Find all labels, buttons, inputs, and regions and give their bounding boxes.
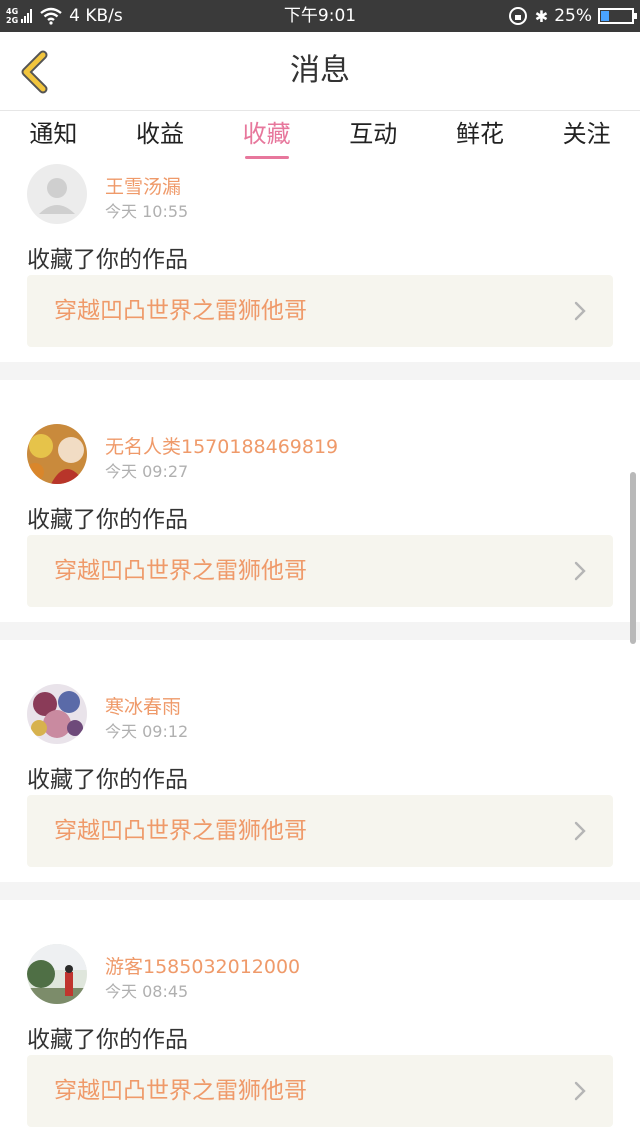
message-time: 今天 10:55 (105, 202, 189, 221)
message-card: 寒冰春雨 今天 09:12 收藏了你的作品 穿越凹凸世界之雷狮他哥 (0, 640, 640, 882)
work-link[interactable]: 穿越凹凸世界之雷狮他哥 (27, 1055, 613, 1127)
username[interactable]: 无名人类1570188469819 (105, 432, 338, 459)
work-link[interactable]: 穿越凹凸世界之雷狮他哥 (27, 795, 613, 867)
page-title: 消息 (290, 53, 350, 88)
battery-percent: 25% (554, 6, 592, 26)
message-time: 今天 08:45 (105, 982, 189, 1001)
username[interactable]: 游客1585032012000 (105, 952, 300, 979)
work-title: 穿越凹凸世界之雷狮他哥 (54, 818, 307, 844)
message-list[interactable]: 王雪汤漏 今天 10:55 收藏了你的作品 穿越凹凸世界之雷狮他哥 无名人类15… (0, 161, 640, 1138)
message-card: 游客1585032012000 今天 08:45 收藏了你的作品 穿越凹凸世界之… (0, 900, 640, 1138)
avatar[interactable] (27, 424, 87, 484)
status-bar: 4G 2G 4 KB/s 下午9:01 ✱ 25% (0, 0, 640, 32)
battery-icon (598, 8, 637, 24)
avatar[interactable] (27, 684, 87, 744)
chevron-right-icon (574, 561, 586, 581)
username[interactable]: 寒冰春雨 (105, 692, 181, 719)
tab-notifications[interactable]: 通知 (23, 111, 83, 161)
work-title: 穿越凹凸世界之雷狮他哥 (54, 298, 307, 324)
tab-earnings[interactable]: 收益 (130, 111, 190, 161)
tab-favorites[interactable]: 收藏 (237, 111, 297, 161)
chevron-right-icon (574, 301, 586, 321)
work-link[interactable]: 穿越凹凸世界之雷狮他哥 (27, 275, 613, 347)
message-time: 今天 09:27 (105, 462, 189, 481)
chevron-right-icon (574, 1081, 586, 1101)
header-bar: 消息 (0, 32, 640, 111)
scrollbar[interactable] (630, 472, 636, 644)
message-card: 王雪汤漏 今天 10:55 收藏了你的作品 穿越凹凸世界之雷狮他哥 (0, 161, 640, 362)
message-time: 今天 09:12 (105, 722, 189, 741)
work-title: 穿越凹凸世界之雷狮他哥 (54, 558, 307, 584)
avatar[interactable] (27, 164, 87, 224)
rotation-lock-icon (508, 7, 527, 25)
message-text: 收藏了你的作品 (27, 767, 188, 793)
message-text: 收藏了你的作品 (27, 1027, 188, 1053)
work-link[interactable]: 穿越凹凸世界之雷狮他哥 (27, 535, 613, 607)
tab-flowers[interactable]: 鲜花 (450, 111, 510, 161)
username[interactable]: 王雪汤漏 (105, 172, 181, 199)
work-title: 穿越凹凸世界之雷狮他哥 (54, 1078, 307, 1104)
message-text: 收藏了你的作品 (27, 507, 188, 533)
message-text: 收藏了你的作品 (27, 247, 188, 273)
avatar[interactable] (27, 944, 87, 1004)
message-card: 无名人类1570188469819 今天 09:27 收藏了你的作品 穿越凹凸世… (0, 380, 640, 622)
tab-bar: 通知 收益 收藏 互动 鲜花 关注 (0, 111, 640, 161)
tab-interactions[interactable]: 互动 (343, 111, 403, 161)
tab-following[interactable]: 关注 (557, 111, 617, 161)
chevron-right-icon (574, 821, 586, 841)
bluetooth-icon: ✱ (534, 6, 549, 26)
